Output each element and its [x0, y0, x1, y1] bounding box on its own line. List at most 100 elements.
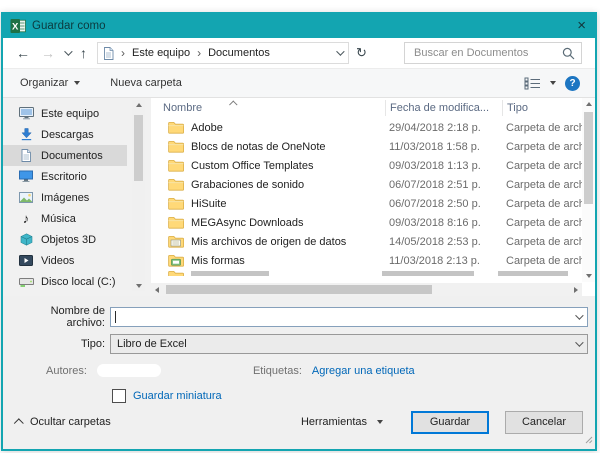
sidebar-item-documentos[interactable]: Documentos	[3, 145, 127, 166]
sidebar-item-imagenes[interactable]: Imágenes	[3, 187, 127, 208]
column-headers: Nombre Fecha de modifica... Tipo	[151, 98, 595, 118]
sidebar-scrollbar[interactable]	[132, 100, 145, 291]
folder-icon	[168, 197, 184, 210]
sidebar-item-videos[interactable]: Videos	[3, 250, 127, 271]
hide-folders-button[interactable]: Ocultar carpetas	[13, 416, 111, 428]
table-row[interactable]: Grabaciones de sonido 06/07/2018 2:51 p.…	[151, 175, 595, 194]
sidebar-item-musica[interactable]: ♪ Música	[3, 208, 127, 229]
close-icon[interactable]: ×	[577, 18, 586, 33]
svg-text:X: X	[12, 22, 19, 33]
scroll-down-icon[interactable]	[585, 274, 592, 278]
navigation-pane: Este equipo Descargas Documentos Escrito…	[3, 98, 151, 296]
resize-grip[interactable]	[584, 435, 593, 447]
breadcrumb-item-este-equipo[interactable]: Este equipo	[132, 47, 190, 59]
scrollbar-thumb[interactable]	[166, 285, 433, 294]
breadcrumb-separator: ›	[121, 46, 125, 60]
table-row[interactable]: Adobe 29/04/2018 2:18 p. Carpeta de arch…	[151, 118, 595, 137]
column-header-nombre[interactable]: Nombre	[151, 102, 385, 114]
file-date: 09/03/2018 8:16 p.	[389, 216, 481, 229]
filename-input[interactable]	[110, 307, 588, 327]
file-list-horizontal-scrollbar[interactable]	[151, 283, 582, 296]
filetype-label: Tipo:	[80, 338, 105, 350]
scroll-down-icon[interactable]	[135, 284, 142, 288]
breadcrumb-separator: ›	[197, 46, 202, 60]
search-icon[interactable]	[562, 47, 575, 60]
cube-3d-icon	[18, 233, 34, 246]
command-toolbar: Organizar Nueva carpeta ?	[3, 69, 595, 98]
back-icon[interactable]: ←	[16, 46, 30, 60]
sidebar-item-escritorio[interactable]: Escritorio	[3, 166, 127, 187]
address-dropdown-chevron-icon[interactable]	[336, 47, 345, 59]
music-icon: ♪	[22, 211, 30, 226]
folder-icon	[168, 140, 184, 153]
excel-app-icon: X	[10, 18, 26, 34]
sidebar-item-label: Descargas	[41, 128, 94, 141]
chevron-down-icon[interactable]	[575, 311, 584, 323]
view-list-icon[interactable]	[524, 77, 541, 90]
save-as-dialog: X Guardar como × ← → ↑ › Este equipo › D…	[1, 12, 597, 451]
save-thumbnail-checkbox[interactable]	[112, 389, 126, 403]
table-row[interactable]: MEGAsync Downloads 09/03/2018 8:16 p. Ca…	[151, 213, 595, 232]
file-date: 11/03/2018 1:58 p.	[389, 140, 480, 153]
sidebar-item-disco-local[interactable]: Disco local (C:)	[3, 271, 127, 292]
refresh-icon[interactable]: ↻	[356, 45, 367, 61]
organize-button[interactable]: Organizar	[20, 77, 81, 89]
scrollbar-thumb[interactable]	[584, 112, 593, 204]
table-row[interactable]: Blocs de notas de OneNote 11/03/2018 1:5…	[151, 137, 595, 156]
file-list-vertical-scrollbar[interactable]	[582, 98, 595, 282]
folder-icon	[168, 121, 184, 134]
table-row[interactable]: Mis archivos de origen de datos 14/05/20…	[151, 232, 595, 251]
address-bar[interactable]: › Este equipo › Documentos	[97, 42, 349, 64]
hide-folders-label: Ocultar carpetas	[30, 416, 111, 428]
main-area: Este equipo Descargas Documentos Escrito…	[3, 98, 595, 296]
file-name: HiSuite	[191, 197, 227, 210]
scroll-right-icon[interactable]	[574, 286, 578, 293]
save-button[interactable]: Guardar	[411, 410, 489, 434]
scrollbar-thumb[interactable]	[134, 115, 143, 181]
recent-locations-chevron-icon[interactable]	[64, 47, 73, 59]
redacted-author-value	[96, 364, 161, 377]
sidebar-item-label: Documentos	[41, 149, 103, 162]
sidebar-item-este-equipo[interactable]: Este equipo	[3, 103, 127, 124]
file-name: Mis archivos de origen de datos	[191, 235, 347, 248]
filetype-select[interactable]: Libro de Excel	[110, 334, 588, 354]
sidebar-item-descargas[interactable]: Descargas	[3, 124, 127, 145]
dialog-footer: Ocultar carpetas Herramientas Guardar Ca…	[3, 403, 595, 449]
up-icon[interactable]: ↑	[80, 46, 87, 60]
column-header-fecha[interactable]: Fecha de modifica...	[385, 100, 502, 116]
disk-drive-icon	[18, 276, 34, 288]
file-date: 29/04/2018 2:18 p.	[389, 121, 481, 134]
forward-icon: →	[41, 45, 55, 61]
navigation-bar: ← → ↑ › Este equipo › Documentos ↻	[3, 38, 595, 69]
add-tag-link[interactable]: Agregar una etiqueta	[312, 365, 415, 377]
folder-icon	[168, 159, 184, 172]
new-folder-label: Nueva carpeta	[110, 77, 182, 89]
sidebar-item-label: Música	[41, 212, 76, 225]
new-folder-button[interactable]: Nueva carpeta	[110, 77, 182, 89]
chevron-down-icon[interactable]	[575, 338, 584, 350]
chevron-up-icon	[13, 417, 24, 428]
videos-icon	[18, 255, 34, 266]
filetype-value: Libro de Excel	[117, 338, 187, 350]
organize-label: Organizar	[20, 77, 69, 89]
breadcrumb-item-documentos[interactable]: Documentos	[208, 47, 270, 59]
folder-icon	[168, 216, 184, 229]
table-row[interactable]: HiSuite 06/07/2018 2:50 p. Carpeta de ar…	[151, 194, 595, 213]
table-row[interactable]: Custom Office Templates 09/03/2018 1:13 …	[151, 156, 595, 175]
search-box	[404, 42, 582, 64]
file-name: Mis formas	[191, 254, 245, 267]
chevron-down-icon	[377, 420, 383, 424]
file-date: 14/05/2018 2:53 p.	[389, 235, 481, 248]
file-name: Blocs de notas de OneNote	[191, 140, 326, 153]
view-dropdown-chevron-icon[interactable]	[550, 81, 556, 85]
computer-icon	[18, 107, 34, 120]
search-input[interactable]	[412, 46, 562, 60]
sidebar-item-objetos-3d[interactable]: Objetos 3D	[3, 229, 127, 250]
table-row[interactable]: Mis formas 11/03/2018 2:13 p. Carpeta de…	[151, 251, 595, 270]
tools-label: Herramientas	[300, 416, 367, 428]
cancel-button[interactable]: Cancelar	[505, 410, 583, 434]
tools-dropdown[interactable]: Herramientas	[301, 416, 383, 428]
help-icon[interactable]: ?	[565, 75, 580, 91]
table-row-partial	[151, 270, 595, 276]
scroll-left-icon[interactable]	[155, 286, 159, 293]
